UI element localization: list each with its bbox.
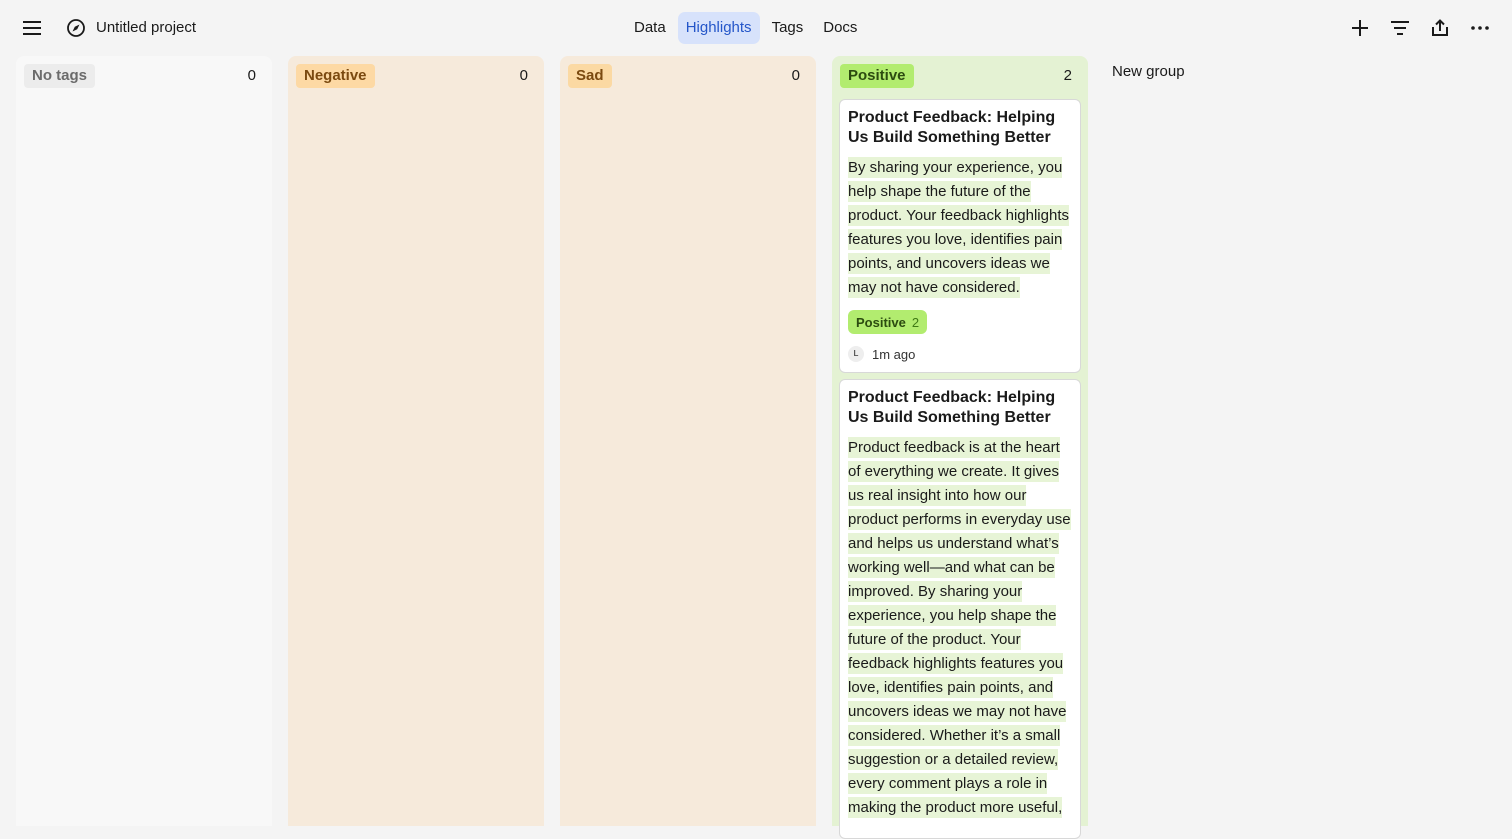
highlight-card[interactable]: Product Feedback: Helping Us Build Somet…: [839, 379, 1081, 839]
card-timestamp: 1m ago: [872, 346, 916, 362]
column-count: 0: [791, 67, 800, 84]
view-tabs: Data Highlights Tags Docs: [626, 12, 865, 44]
card-tag-count: 2: [911, 314, 920, 330]
add-button[interactable]: [1344, 12, 1376, 44]
card-highlight-text: Product feedback is at the heart of ever…: [848, 437, 1071, 818]
card-meta: L 1m ago: [848, 344, 1072, 364]
column-sad: Sad 0: [560, 56, 816, 826]
tab-data[interactable]: Data: [626, 12, 674, 44]
top-bar: Untitled project Data Highlights Tags Do…: [0, 0, 1512, 56]
column-positive: Positive 2 Product Feedback: Helping Us …: [832, 56, 1088, 839]
column-label-no-tags[interactable]: No tags: [24, 64, 96, 88]
column-negative: Negative 0: [288, 56, 544, 826]
filter-icon: [1391, 21, 1409, 35]
card-highlight-text: By sharing your experience, you help sha…: [848, 157, 1069, 298]
compass-icon[interactable]: [66, 18, 86, 38]
more-button[interactable]: [1464, 12, 1496, 44]
column-label-positive[interactable]: Positive: [840, 64, 914, 88]
new-group-button[interactable]: New group: [1112, 62, 1185, 82]
column-label-sad[interactable]: Sad: [568, 64, 612, 88]
share-button[interactable]: [1424, 12, 1456, 44]
plus-icon: [1352, 20, 1368, 36]
column-count: 0: [247, 67, 256, 84]
menu-button[interactable]: [16, 12, 48, 44]
more-icon: [1471, 26, 1489, 30]
card-title: Product Feedback: Helping Us Build Somet…: [848, 389, 1056, 426]
avatar: L: [848, 346, 864, 362]
column-label-negative[interactable]: Negative: [296, 64, 375, 88]
filter-button[interactable]: [1384, 12, 1416, 44]
card-tag-label: Positive: [856, 314, 906, 330]
highlight-card[interactable]: Product Feedback: Helping Us Build Somet…: [839, 99, 1081, 373]
tab-highlights[interactable]: Highlights: [677, 12, 760, 44]
tab-tags[interactable]: Tags: [764, 12, 812, 44]
column-count: 0: [519, 67, 528, 84]
card-title: Product Feedback: Helping Us Build Somet…: [848, 109, 1056, 146]
menu-icon: [23, 21, 41, 35]
column-count: 2: [1063, 67, 1072, 84]
share-icon: [1432, 19, 1448, 36]
column-no-tags: No tags 0: [16, 56, 272, 826]
project-name[interactable]: Untitled project: [96, 18, 196, 38]
tab-docs[interactable]: Docs: [815, 12, 865, 44]
card-tag-positive[interactable]: Positive 2: [848, 310, 928, 334]
